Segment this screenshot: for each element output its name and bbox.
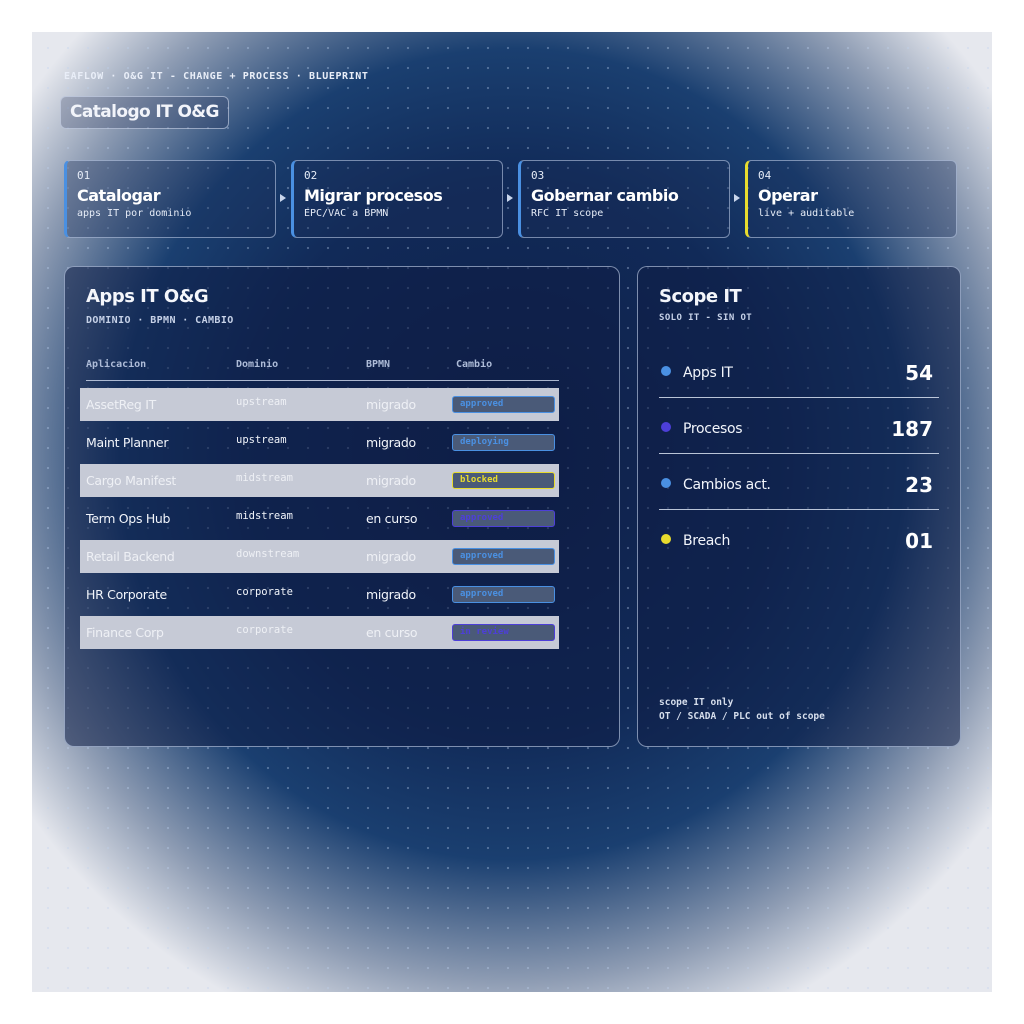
bpmn-status: migrado <box>366 397 416 412</box>
step-operar[interactable]: 04 Operar live + auditable <box>745 160 957 238</box>
status-dot-icon <box>661 534 671 544</box>
stat-value: 01 <box>905 529 933 553</box>
status-badge: blocked <box>452 472 555 489</box>
bpmn-status: en curso <box>366 511 418 526</box>
bpmn-status: migrado <box>366 587 416 602</box>
status-badge: deploying <box>452 434 555 451</box>
status-dot-icon <box>661 422 671 432</box>
table-row[interactable]: HR Corporate corporate migrado approved <box>80 578 559 611</box>
status-badge: approved <box>452 586 555 603</box>
table-row[interactable]: Retail Backend downstream migrado approv… <box>80 540 559 573</box>
status-dot-icon <box>661 478 671 488</box>
stat-apps-it: Apps IT 54 <box>659 361 939 417</box>
bpmn-status: migrado <box>366 549 416 564</box>
app-domain: downstream <box>236 548 300 560</box>
bpmn-status: migrado <box>366 435 416 450</box>
chevron-right-icon <box>507 194 513 202</box>
step-subtitle: apps IT por dominio <box>77 208 192 219</box>
table-row[interactable]: AssetReg IT upstream migrado approved <box>80 388 559 421</box>
app-domain: corporate <box>236 586 293 598</box>
step-label: Catalogar <box>77 186 161 205</box>
status-badge: approved <box>452 548 555 565</box>
step-number: 02 <box>304 169 318 182</box>
stat-value: 187 <box>891 417 933 441</box>
app-domain: upstream <box>236 434 287 446</box>
page-title: Catalogo IT O&G <box>60 96 229 129</box>
stat-cambios-activos: Cambios act. 23 <box>659 473 939 529</box>
step-migrar-procesos[interactable]: 02 Migrar procesos EPC/VAC a BPMN <box>291 160 503 238</box>
status-badge: approved <box>452 396 555 413</box>
stat-breach: Breach 01 <box>659 529 939 585</box>
step-label: Gobernar cambio <box>531 186 679 205</box>
status-dot-icon <box>661 366 671 376</box>
column-header-bpmn[interactable]: BPMN <box>366 359 390 370</box>
status-badge: approved <box>452 510 555 527</box>
step-subtitle: EPC/VAC a BPMN <box>304 208 389 219</box>
step-gobernar-cambio[interactable]: 03 Gobernar cambio RFC IT scope <box>518 160 730 238</box>
scope-footnote-exclusions: OT / SCADA / PLC out of scope <box>659 711 825 722</box>
app-domain: midstream <box>236 510 293 522</box>
column-header-aplicacion[interactable]: Aplicacion <box>86 359 146 370</box>
stat-label: Apps IT <box>683 365 733 381</box>
app-domain: upstream <box>236 396 287 408</box>
bpmn-status: en curso <box>366 625 418 640</box>
scope-panel-title: Scope IT <box>659 286 742 307</box>
app-domain: midstream <box>236 472 293 484</box>
table-row[interactable]: Cargo Manifest midstream migrado blocked <box>80 464 559 497</box>
status-badge: in review <box>452 624 555 641</box>
chevron-right-icon <box>734 194 740 202</box>
stat-divider <box>659 453 939 454</box>
apps-panel-title: Apps IT O&G <box>86 286 209 307</box>
step-number: 03 <box>531 169 545 182</box>
table-row[interactable]: Finance Corp corporate en curso in revie… <box>80 616 559 649</box>
table-row[interactable]: Maint Planner upstream migrado deploying <box>80 426 559 459</box>
app-name: AssetReg IT <box>86 397 156 412</box>
stat-label: Procesos <box>683 421 743 437</box>
app-domain: corporate <box>236 624 293 636</box>
step-number: 01 <box>77 169 91 182</box>
apps-panel-subtitle: DOMINIO · BPMN · CAMBIO <box>86 315 234 326</box>
app-name: Maint Planner <box>86 435 169 450</box>
stat-label: Cambios act. <box>683 477 771 493</box>
app-name: Cargo Manifest <box>86 473 177 488</box>
step-subtitle: live + auditable <box>758 208 855 219</box>
app-name: Term Ops Hub <box>86 511 171 526</box>
chevron-right-icon <box>280 194 286 202</box>
app-name: Finance Corp <box>86 625 164 640</box>
stat-procesos: Procesos 187 <box>659 417 939 473</box>
column-header-dominio[interactable]: Dominio <box>236 359 278 370</box>
stat-value: 54 <box>905 361 933 385</box>
column-header-cambio[interactable]: Cambio <box>456 359 492 370</box>
step-catalogar[interactable]: 01 Catalogar apps IT por dominio <box>64 160 276 238</box>
step-number: 04 <box>758 169 772 182</box>
bpmn-status: migrado <box>366 473 416 488</box>
app-name: Retail Backend <box>86 549 175 564</box>
stat-divider <box>659 509 939 510</box>
step-label: Migrar procesos <box>304 186 443 205</box>
stat-label: Breach <box>683 533 731 549</box>
scope-panel-subtitle: SOLO IT - SIN OT <box>659 313 753 323</box>
app-name: HR Corporate <box>86 587 167 602</box>
table-row[interactable]: Term Ops Hub midstream en curso approved <box>80 502 559 535</box>
header-divider <box>86 380 559 381</box>
stat-value: 23 <box>905 473 933 497</box>
scope-footnote: scope IT only <box>659 697 734 708</box>
stat-divider <box>659 397 939 398</box>
step-label: Operar <box>758 186 818 205</box>
step-subtitle: RFC IT scope <box>531 208 604 219</box>
breadcrumb: EAFLOW · O&G IT - CHANGE + PROCESS · BLU… <box>64 71 369 82</box>
